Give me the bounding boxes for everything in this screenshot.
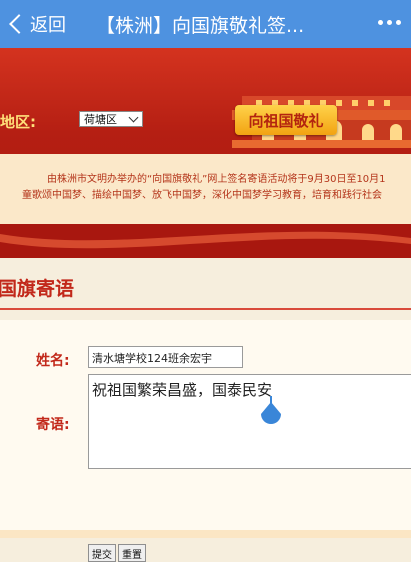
region-select[interactable]: 荷塘区 (79, 111, 143, 127)
section-divider (0, 308, 411, 310)
name-label: 姓名: (36, 353, 70, 369)
submit-button[interactable]: 提交 (88, 544, 116, 562)
more-menu-icon[interactable] (378, 20, 401, 25)
footer-strip (0, 530, 411, 538)
name-input[interactable]: 清水塘学校124班余宏宇 (88, 346, 243, 368)
message-textarea[interactable]: 祝祖国繁荣昌盛，国泰民安 (88, 374, 411, 469)
intro-line-1: 由株洲市文明办举办的“向国旗敬礼”网上签名寄语活动将于9月30日至10月1 (47, 174, 386, 185)
campaign-banner: 地区: 荷塘区 向祖国敬礼 由株洲市文明办举办的“向国旗敬礼”网上签名寄语活动将… (0, 48, 411, 258)
text-cursor-handle-icon[interactable] (258, 396, 284, 426)
back-button[interactable]: 返回 (6, 11, 66, 37)
ribbon-decoration (0, 224, 411, 258)
intro-line-2: 童歌颂中国梦、描绘中国梦、放飞中国梦，深化中国梦学习教育，培育和践行社会 (22, 190, 382, 201)
message-form: 姓名: 清水塘学校124班余宏宇 寄语: 祝祖国繁荣昌盛，国泰民安 提交 重置 (0, 320, 411, 562)
reset-button[interactable]: 重置 (118, 544, 146, 562)
region-selected-value: 荷塘区 (84, 113, 117, 126)
message-section: 国旗寄语 姓名: 清水塘学校124班余宏宇 寄语: 祝祖国繁荣昌盛，国泰民安 提… (0, 258, 411, 562)
page-title: 【株洲】向国旗敬礼签... (96, 15, 305, 37)
chevron-down-icon (128, 112, 139, 123)
salute-button[interactable]: 向祖国敬礼 (235, 105, 337, 135)
app-header: 返回 【株洲】向国旗敬礼签... (0, 0, 411, 48)
message-label: 寄语: (36, 417, 70, 433)
chevron-left-icon (9, 14, 29, 34)
section-title: 国旗寄语 (0, 278, 75, 300)
intro-text: 由株洲市文明办举办的“向国旗敬礼”网上签名寄语活动将于9月30日至10月1 童歌… (0, 154, 411, 224)
region-label: 地区: (0, 113, 36, 131)
back-label: 返回 (30, 15, 66, 36)
